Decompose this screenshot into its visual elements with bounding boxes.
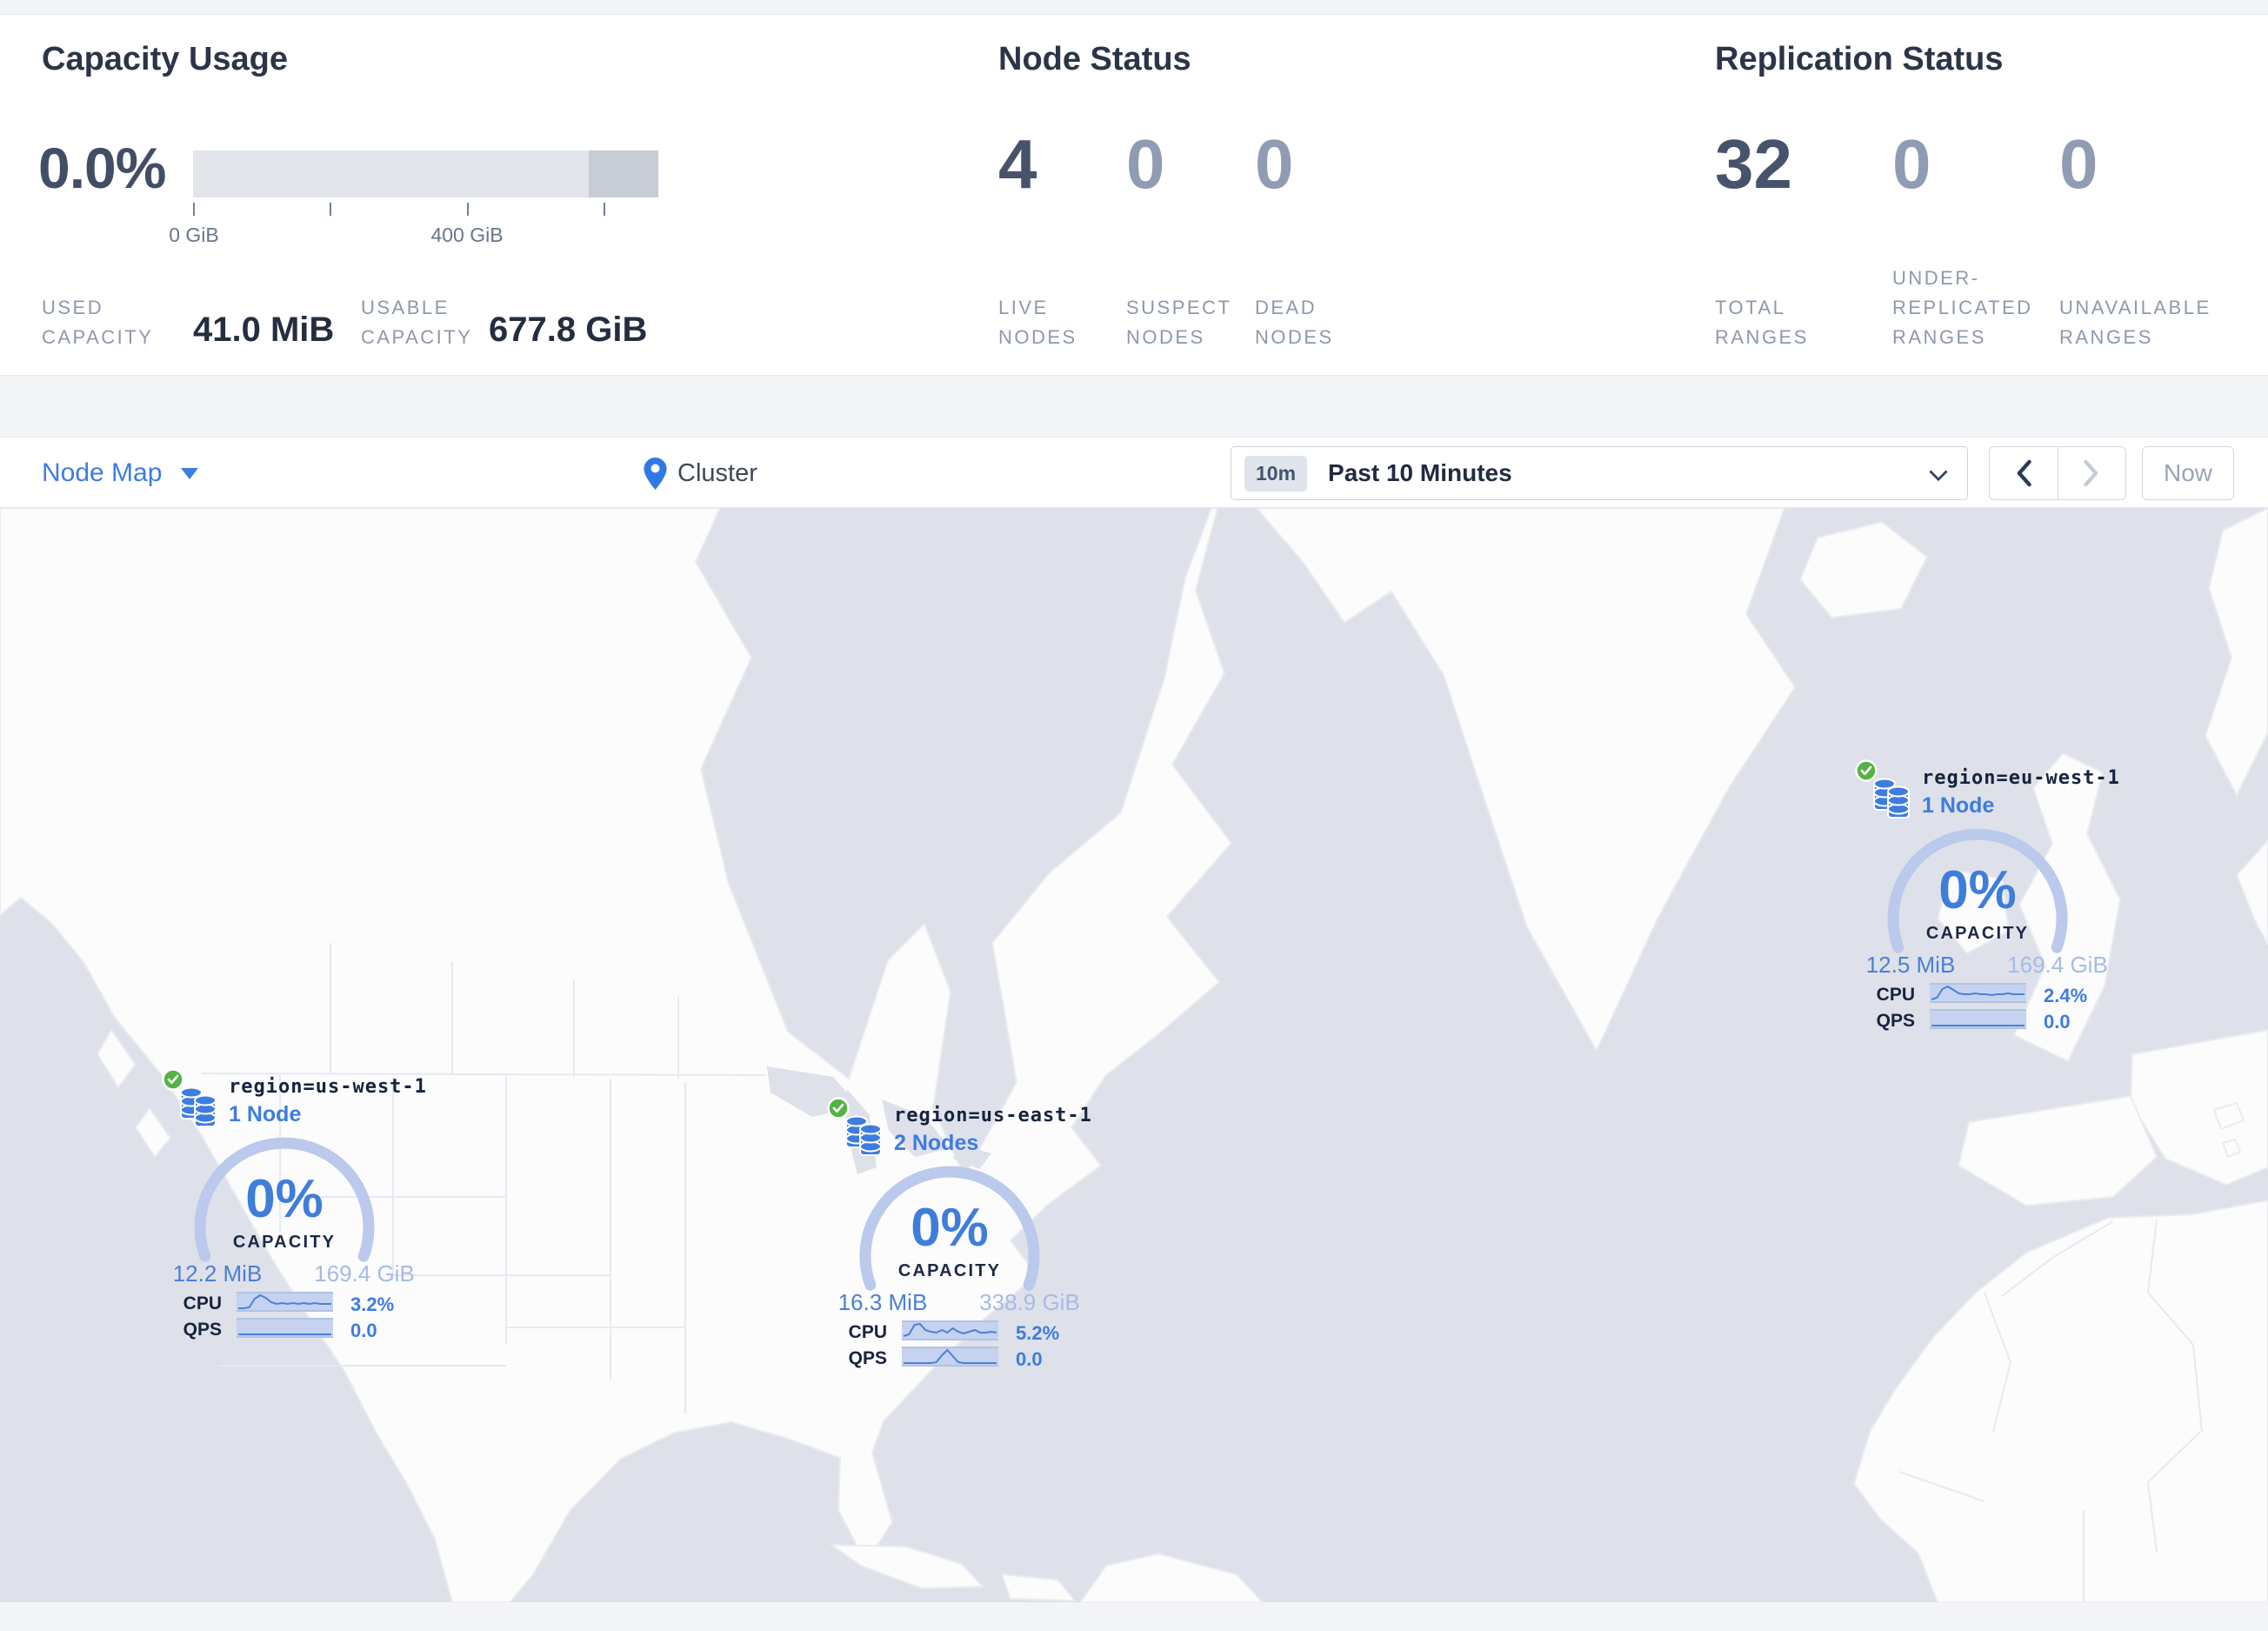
total-ranges-label: TOTAL RANGES	[1715, 297, 1809, 348]
capacity-axis: 0 GiB 400 GiB	[169, 203, 658, 255]
node-count-label: 2 Nodes	[894, 1131, 979, 1155]
live-nodes-count: 4	[998, 125, 1037, 203]
capacity-percent: 0%	[1938, 860, 2017, 920]
total-capacity-value: 338.9 GiB	[979, 1289, 1080, 1315]
time-prev-button[interactable]	[1990, 447, 2058, 499]
capacity-percent: 0%	[911, 1198, 989, 1258]
region-marker-us-west-1[interactable]: region=us-west-1 1 Node 0% CAPACITY 12.2…	[161, 1066, 426, 1353]
unavailable-ranges-count: 0	[2059, 125, 2098, 203]
axis-tick	[467, 203, 469, 216]
time-range-select[interactable]: 10m Past 10 Minutes	[1231, 446, 1968, 500]
capacity-percent: 0.0%	[38, 136, 166, 200]
capacity-gauge-label: CAPACITY	[897, 1261, 1002, 1280]
region-label: region=us-west-1	[229, 1076, 427, 1098]
breadcrumb[interactable]: Cluster	[644, 438, 757, 509]
node-count-label: 1 Node	[229, 1102, 302, 1126]
node-status-title: Node Status	[998, 41, 1191, 77]
node-map: region=us-west-1 1 Node 0% CAPACITY 12.2…	[0, 508, 2268, 1602]
database-stack-icon	[845, 1115, 882, 1156]
time-range-label: Past 10 Minutes	[1328, 459, 1512, 486]
capacity-bar	[193, 150, 658, 197]
used-capacity-label: USED CAPACITY	[42, 297, 154, 348]
cluster-summary-panel: Capacity Usage 0.0% 0 GiB 400 GiB USED CA…	[0, 14, 2268, 376]
total-capacity-value: 169.4 GiB	[314, 1260, 415, 1287]
qps-value: 0.0	[1016, 1348, 1043, 1370]
suspect-nodes-count: 0	[1126, 125, 1165, 203]
live-nodes-label: LIVE NODES	[998, 297, 1077, 348]
capacity-percent: 0%	[245, 1169, 324, 1229]
region-label: region=eu-west-1	[1922, 767, 2120, 789]
used-capacity-value: 12.2 MiB	[172, 1260, 263, 1287]
qps-label: QPS	[1876, 1011, 1915, 1031]
cpu-label: CPU	[848, 1322, 887, 1342]
breadcrumb-label: Cluster	[677, 458, 757, 487]
qps-label: QPS	[848, 1348, 887, 1368]
axis-tick-label: 0 GiB	[169, 224, 219, 246]
capacity-gauge-label: CAPACITY	[232, 1233, 337, 1252]
qps-sparkline	[902, 1347, 998, 1367]
replication-status-title: Replication Status	[1715, 41, 2004, 77]
cpu-value: 5.2%	[1016, 1322, 1060, 1344]
region-marker-eu-west-1[interactable]: region=eu-west-1 1 Node 0% CAPACITY 12.5…	[1854, 757, 2119, 1044]
view-selector-label: Node Map	[42, 458, 163, 487]
axis-tick-label: 400 GiB	[430, 224, 504, 246]
location-pin-icon	[644, 457, 667, 490]
used-capacity-value: 16.3 MiB	[837, 1289, 928, 1315]
database-stack-icon	[180, 1086, 217, 1127]
used-capacity-value: 41.0 MiB	[193, 311, 335, 349]
dead-nodes-count: 0	[1255, 125, 1294, 203]
axis-tick	[604, 203, 605, 216]
now-button[interactable]: Now	[2142, 446, 2234, 500]
cpu-label: CPU	[1876, 985, 1915, 1005]
total-capacity-value: 169.4 GiB	[2007, 952, 2108, 978]
map-toolbar: Node Map Cluster 10m Past 10 Minutes Now	[0, 437, 2268, 508]
chevron-right-icon	[2084, 459, 2098, 487]
dead-nodes-label: DEAD NODES	[1255, 297, 1334, 348]
world-map-graphic	[0, 508, 2268, 1602]
suspect-nodes-label: SUSPECT NODES	[1126, 297, 1232, 348]
qps-sparkline	[1930, 1009, 2026, 1029]
capacity-usage-title: Capacity Usage	[42, 41, 289, 77]
total-ranges-count: 32	[1715, 125, 1792, 203]
chevron-down-icon	[181, 467, 199, 479]
under-replicated-count: 0	[1892, 125, 1931, 203]
cpu-value: 2.4%	[2044, 985, 2088, 1006]
time-range-arrows	[1989, 446, 2126, 500]
capacity-bar-unusable-segment	[589, 150, 658, 197]
cpu-sparkline	[1930, 983, 2026, 1003]
usable-capacity-value: 677.8 GiB	[489, 311, 648, 349]
region-label: region=us-east-1	[894, 1105, 1092, 1126]
chevron-left-icon	[2017, 459, 2031, 487]
capacity-gauge-label: CAPACITY	[1925, 924, 2030, 943]
qps-sparkline	[237, 1318, 333, 1338]
chevron-down-icon	[1929, 470, 1948, 482]
cpu-value: 3.2%	[350, 1293, 395, 1315]
under-replicated-label: UNDER- REPLICATED RANGES	[1892, 267, 2033, 348]
qps-value: 0.0	[350, 1320, 377, 1341]
cpu-label: CPU	[183, 1293, 222, 1313]
axis-tick	[330, 203, 331, 216]
unavailable-ranges-label: UNAVAILABLE RANGES	[2059, 297, 2211, 348]
node-count-label: 1 Node	[1922, 793, 1995, 818]
cpu-sparkline	[237, 1292, 333, 1312]
time-next-button[interactable]	[2058, 447, 2126, 499]
usable-capacity-label: USABLE CAPACITY	[361, 297, 473, 348]
time-range-badge: 10m	[1244, 455, 1308, 491]
used-capacity-value: 12.5 MiB	[1865, 952, 1956, 978]
view-selector-dropdown[interactable]: Node Map	[42, 438, 199, 509]
database-stack-icon	[1873, 778, 1910, 819]
axis-tick	[193, 203, 195, 216]
cpu-sparkline	[902, 1320, 998, 1340]
qps-value: 0.0	[2044, 1011, 2071, 1033]
qps-label: QPS	[183, 1320, 222, 1340]
region-marker-us-east-1[interactable]: region=us-east-1 2 Nodes 0% CAPACITY 16.…	[826, 1094, 1091, 1381]
